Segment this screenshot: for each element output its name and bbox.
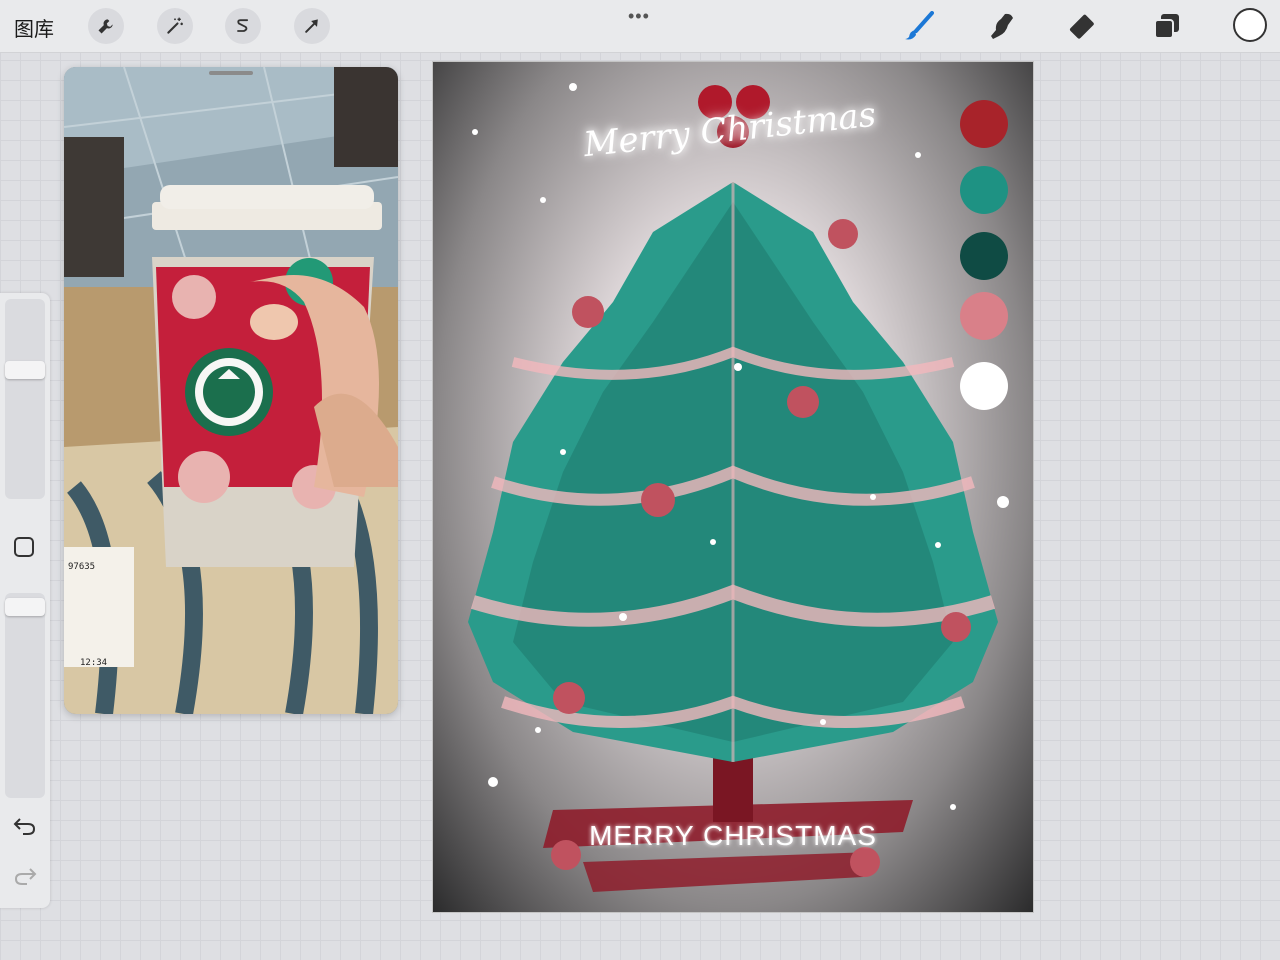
reference-window[interactable]: 97635 12:34 bbox=[64, 67, 398, 714]
undo-icon[interactable] bbox=[12, 815, 38, 837]
brush-icon bbox=[905, 11, 934, 40]
layers-button[interactable] bbox=[1151, 10, 1183, 42]
reference-photo: 97635 12:34 bbox=[64, 67, 398, 714]
eraser-tool[interactable] bbox=[1068, 10, 1100, 42]
tree-body bbox=[468, 182, 998, 762]
modify-button[interactable] bbox=[14, 537, 34, 557]
adjustments-button[interactable] bbox=[157, 8, 193, 44]
brush-tool[interactable] bbox=[903, 10, 935, 42]
wrench-icon bbox=[98, 19, 113, 34]
layers-icon bbox=[1154, 14, 1179, 39]
magic-wand-icon bbox=[167, 17, 183, 34]
more-options-handle[interactable]: ••• bbox=[628, 6, 650, 27]
color-picker-button[interactable] bbox=[1233, 8, 1267, 42]
actions-button[interactable] bbox=[88, 8, 124, 44]
reference-drag-handle[interactable] bbox=[209, 71, 253, 75]
palette-swatch-red[interactable] bbox=[960, 100, 1008, 148]
gallery-button[interactable]: 图库 bbox=[14, 13, 54, 42]
palette-swatch-white[interactable] bbox=[960, 362, 1008, 410]
drawing-canvas[interactable]: Merry Christmas MERRY CHRISTMAS bbox=[433, 62, 1033, 912]
opacity-slider[interactable] bbox=[5, 593, 45, 798]
receipt-code: 97635 bbox=[68, 562, 95, 572]
top-toolbar: 图库 ••• bbox=[0, 0, 1280, 53]
redo-icon[interactable] bbox=[12, 865, 38, 887]
brush-size-slider[interactable] bbox=[5, 299, 45, 499]
palette-swatch-dark-green[interactable] bbox=[960, 232, 1008, 280]
arrow-cursor-icon bbox=[305, 19, 318, 33]
smudge-tool[interactable] bbox=[986, 10, 1018, 42]
palette-swatch-pink[interactable] bbox=[960, 292, 1008, 340]
tree-artwork bbox=[468, 83, 1009, 892]
brush-size-thumb[interactable] bbox=[5, 361, 45, 379]
palette-swatch-teal[interactable] bbox=[960, 166, 1008, 214]
opacity-thumb[interactable] bbox=[5, 598, 45, 616]
merry-christmas-caption: MERRY CHRISTMAS bbox=[589, 820, 877, 851]
left-sidebar bbox=[0, 293, 50, 908]
selection-s-icon bbox=[237, 19, 249, 32]
receipt-time: 12:34 bbox=[80, 658, 107, 668]
smudge-finger-icon bbox=[991, 13, 1013, 40]
eraser-icon bbox=[1069, 14, 1094, 39]
transform-button[interactable] bbox=[294, 8, 330, 44]
selection-button[interactable] bbox=[225, 8, 261, 44]
